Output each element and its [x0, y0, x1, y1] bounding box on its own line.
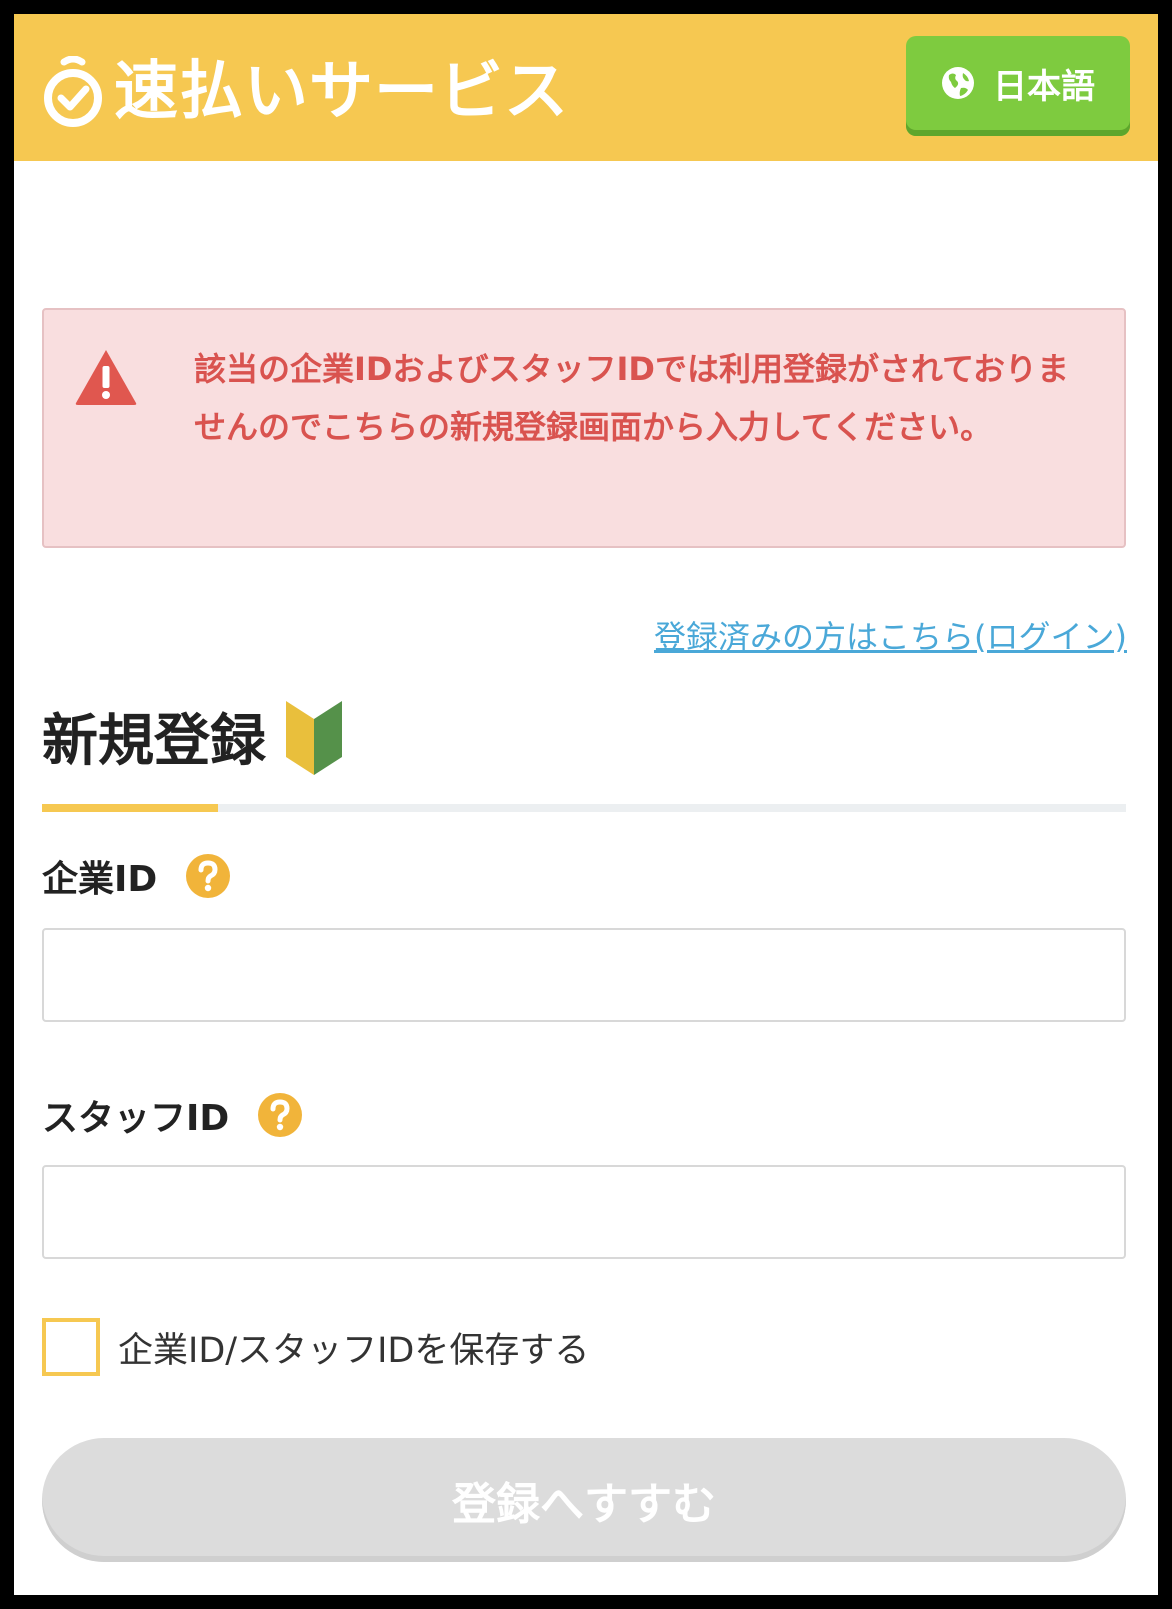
- brand-name: 速払いサービス: [114, 55, 569, 129]
- app-frame: 速払いサービス 日本語 該当の企業IDおよびスタッフIDでは利用登録がされており…: [14, 14, 1158, 1595]
- help-icon[interactable]: [257, 1092, 303, 1138]
- brand: 速払いサービス: [42, 52, 569, 132]
- company-id-input[interactable]: [42, 928, 1126, 1022]
- globe-icon: [942, 67, 974, 99]
- company-id-label-text: 企業ID: [42, 859, 158, 900]
- save-ids-label: 企業ID/スタッフIDを保存する: [118, 1330, 590, 1371]
- error-alert: 該当の企業IDおよびスタッフIDでは利用登録がされておりませんのでこちらの新規登…: [42, 308, 1126, 548]
- save-ids-checkbox[interactable]: [42, 1318, 100, 1376]
- submit-button-label: 登録へすすむ: [452, 1479, 716, 1530]
- staff-id-input[interactable]: [42, 1165, 1126, 1259]
- page-title: 新規登録: [42, 696, 344, 777]
- app-header: 速払いサービス 日本語: [14, 14, 1158, 161]
- help-icon[interactable]: [185, 853, 231, 899]
- save-ids-option[interactable]: 企業ID/スタッフIDを保存する: [42, 1318, 589, 1376]
- company-id-label: 企業ID: [42, 850, 231, 902]
- submit-button[interactable]: 登録へすすむ: [42, 1438, 1126, 1562]
- staff-id-label: スタッフID: [42, 1089, 303, 1141]
- language-button[interactable]: 日本語: [906, 36, 1130, 136]
- staff-id-label-text: スタッフID: [42, 1098, 230, 1139]
- page-title-text: 新規登録: [42, 709, 266, 774]
- login-link[interactable]: 登録済みの方はこちら(ログイン): [654, 612, 1127, 658]
- alert-message: 該当の企業IDおよびスタッフIDでは利用登録がされておりませんのでこちらの新規登…: [194, 350, 1070, 446]
- title-underline-accent: [42, 804, 218, 812]
- warning-icon: [75, 350, 137, 405]
- stopwatch-check-icon: [44, 56, 102, 127]
- beginner-mark-icon: [286, 700, 342, 775]
- title-underline: [42, 804, 1126, 812]
- language-button-label: 日本語: [993, 66, 1095, 107]
